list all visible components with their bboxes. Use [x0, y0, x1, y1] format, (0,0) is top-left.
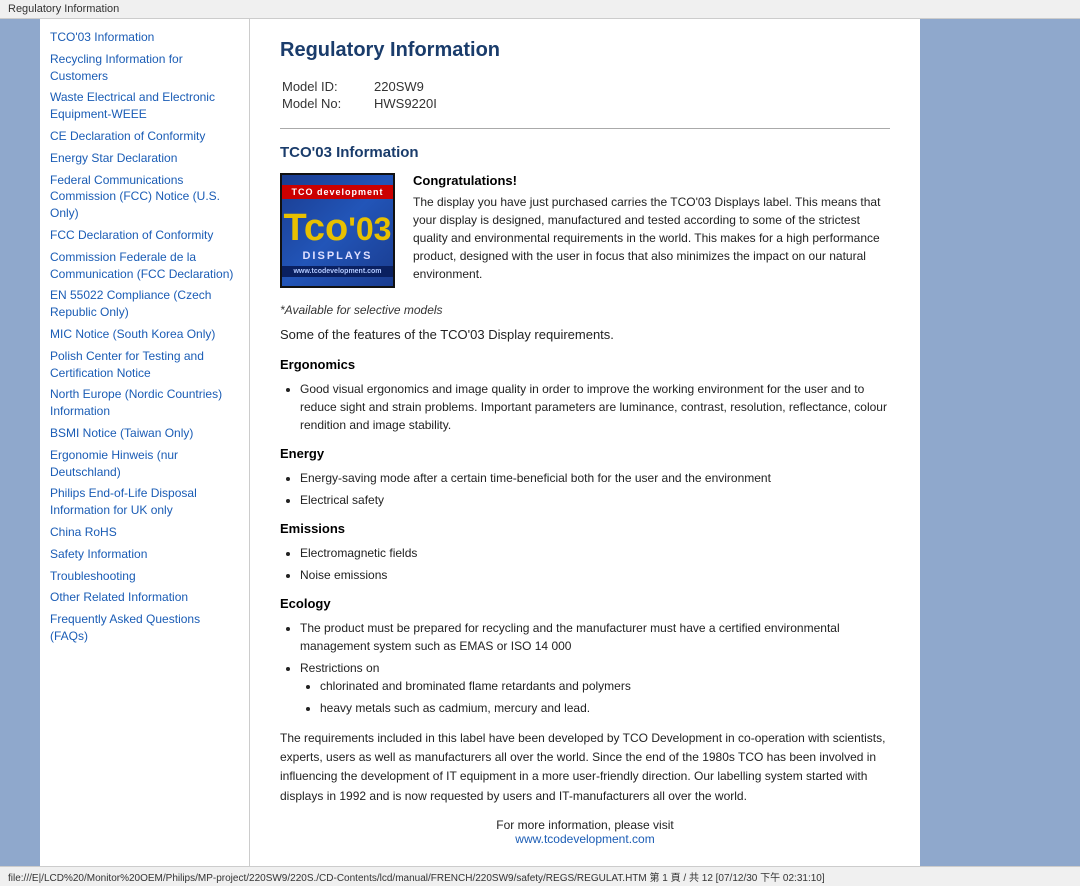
sidebar-link-philips-disposal[interactable]: Philips End-of-Life Disposal Information… — [50, 485, 239, 519]
sidebar-link-fcc-notice[interactable]: Federal Communications Commission (FCC) … — [50, 172, 239, 222]
tco-logo-url: www.tcodevelopment.com — [282, 266, 393, 277]
section-title-energy: Energy — [280, 446, 890, 461]
model-table: Model ID: 220SW9 Model No: HWS9220I — [280, 77, 439, 113]
sidebar-link-fcc-declaration[interactable]: FCC Declaration of Conformity — [50, 227, 239, 244]
congrats-text: The display you have just purchased carr… — [413, 193, 890, 283]
tco-logo-displays: DISPLAYS — [302, 250, 372, 262]
footer-note: For more information, please visit — [496, 818, 673, 832]
section-title-ecology: Ecology — [280, 596, 890, 611]
model-no-label: Model No: — [282, 96, 372, 111]
status-bar-text: file:///E|/LCD%20/Monitor%20OEM/Philips/… — [8, 873, 825, 884]
bullet-item: Electrical safety — [300, 491, 890, 509]
sidebar-link-tco03-info[interactable]: TCO'03 Information — [50, 29, 239, 46]
sidebar: TCO'03 Information Recycling Information … — [40, 19, 250, 866]
sidebar-link-safety-info[interactable]: Safety Information — [50, 546, 239, 563]
title-bar-text: Regulatory Information — [8, 3, 119, 15]
model-no-value: HWS9220I — [374, 96, 437, 111]
model-id-value: 220SW9 — [374, 79, 437, 94]
bullet-list-ergonomics: Good visual ergonomics and image quality… — [300, 380, 890, 434]
bullet-item: Good visual ergonomics and image quality… — [300, 380, 890, 434]
features-intro: Some of the features of the TCO'03 Displ… — [280, 327, 890, 342]
tco-box: TCO development Tco '03 DISPLAYS www.tco… — [280, 173, 890, 288]
sidebar-link-troubleshooting[interactable]: Troubleshooting — [50, 568, 239, 585]
bullet-list-energy: Energy-saving mode after a certain time-… — [300, 469, 890, 509]
sidebar-link-weee[interactable]: Waste Electrical and Electronic Equipmen… — [50, 89, 239, 123]
tco-logo-num: '03 — [348, 211, 391, 248]
sidebar-link-recycling-info[interactable]: Recycling Information for Customers — [50, 51, 239, 85]
sidebar-link-mic-notice[interactable]: MIC Notice (South Korea Only) — [50, 326, 239, 343]
sidebar-link-china-rohs[interactable]: China RoHS — [50, 524, 239, 541]
title-bar: Regulatory Information — [0, 0, 1080, 19]
bullet-item: The product must be prepared for recycli… — [300, 619, 890, 655]
tco-logo: TCO development Tco '03 DISPLAYS www.tco… — [280, 173, 395, 288]
tco-section-title: TCO'03 Information — [280, 144, 890, 161]
bullet-item: Restrictions onchlorinated and brominate… — [300, 659, 890, 717]
bullet-item: Energy-saving mode after a certain time-… — [300, 469, 890, 487]
tco-logo-mid: Tco — [284, 209, 349, 247]
sidebar-link-commission-federale[interactable]: Commission Federale de la Communication … — [50, 249, 239, 283]
divider — [280, 128, 890, 129]
tco-logo-top: TCO development — [282, 185, 393, 199]
sections-container: Ergonomics Good visual ergonomics and ima… — [280, 357, 890, 717]
congrats-title: Congratulations! — [413, 173, 890, 188]
footer-text: The requirements included in this label … — [280, 729, 890, 806]
footer-center: For more information, please visit www.t… — [280, 818, 890, 846]
sidebar-link-bsmi-notice[interactable]: BSMI Notice (Taiwan Only) — [50, 425, 239, 442]
sidebar-link-energy-star[interactable]: Energy Star Declaration — [50, 150, 239, 167]
sidebar-link-other-related[interactable]: Other Related Information — [50, 589, 239, 606]
main-content: Regulatory Information Model ID: 220SW9 … — [250, 19, 920, 866]
tco-text: Congratulations! The display you have ju… — [413, 173, 890, 283]
bullet-list-ecology: The product must be prepared for recycli… — [300, 619, 890, 717]
sidebar-link-polish-center[interactable]: Polish Center for Testing and Certificat… — [50, 348, 239, 382]
left-panel — [0, 19, 40, 866]
sidebar-link-north-europe[interactable]: North Europe (Nordic Countries) Informat… — [50, 386, 239, 420]
sidebar-link-ergonomie-hinweis[interactable]: Ergonomie Hinweis (nur Deutschland) — [50, 447, 239, 481]
section-title-ergonomics: Ergonomics — [280, 357, 890, 372]
bullet-item: Noise emissions — [300, 566, 890, 584]
italic-note: *Available for selective models — [280, 303, 890, 317]
section-title-emissions: Emissions — [280, 521, 890, 536]
model-id-label: Model ID: — [282, 79, 372, 94]
sidebar-link-en55022[interactable]: EN 55022 Compliance (Czech Republic Only… — [50, 287, 239, 321]
sub-bullet-item: heavy metals such as cadmium, mercury an… — [320, 699, 890, 717]
sub-bullet-list: chlorinated and brominated flame retarda… — [320, 677, 890, 717]
sidebar-link-ce-declaration[interactable]: CE Declaration of Conformity — [50, 128, 239, 145]
bullet-list-emissions: Electromagnetic fields Noise emissions — [300, 544, 890, 584]
status-bar: file:///E|/LCD%20/Monitor%20OEM/Philips/… — [0, 866, 1080, 886]
page-title: Regulatory Information — [280, 39, 890, 62]
sidebar-link-faqs[interactable]: Frequently Asked Questions (FAQs) — [50, 611, 239, 645]
bullet-item: Electromagnetic fields — [300, 544, 890, 562]
sub-bullet-item: chlorinated and brominated flame retarda… — [320, 677, 890, 695]
right-panel — [920, 19, 1080, 866]
